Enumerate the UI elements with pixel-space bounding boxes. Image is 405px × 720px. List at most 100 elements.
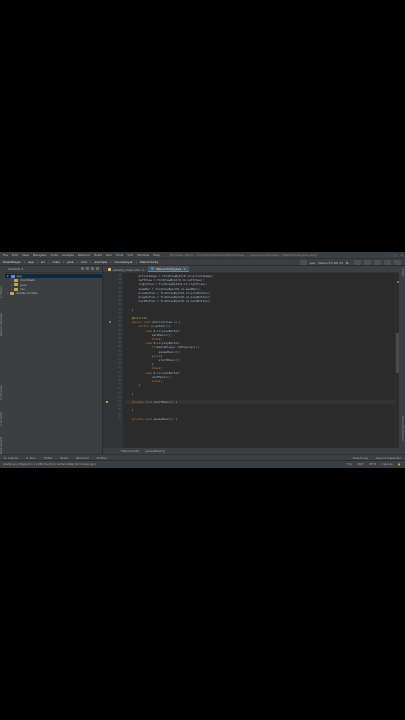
hide-icon[interactable]: [96, 267, 99, 270]
line-number: 46: [118, 328, 121, 332]
android-studio-window: File Edit View Navigate Code Analyze Ref…: [0, 252, 405, 468]
project-panel-header: Android ▾: [5, 266, 102, 273]
menu-item-build[interactable]: Build: [95, 253, 103, 257]
search-icon[interactable]: [394, 260, 401, 265]
code-line[interactable]: }: [125, 308, 134, 312]
folder-icon: [14, 278, 19, 282]
line-number: 56: [118, 370, 121, 374]
tool-device-file-explorer[interactable]: Device File Explorer: [399, 416, 404, 452]
menu-item-navigate[interactable]: Navigate: [33, 253, 46, 257]
folder-icon: [14, 283, 19, 287]
make-project-icon[interactable]: [299, 260, 307, 265]
gear-icon[interactable]: [91, 267, 94, 270]
code-line[interactable]: private void startMusic() {: [125, 400, 178, 404]
status-message[interactable]: Gradle sync finished in 1 s 660 ms (from…: [3, 463, 96, 466]
scroll-from-source-icon[interactable]: [81, 267, 84, 270]
tree-item-gradle-scripts[interactable]: › Gradle Scripts: [5, 291, 102, 295]
tool-run[interactable]: 4: Run: [26, 456, 36, 460]
line-number: 36: [118, 286, 121, 290]
sdk-manager-icon[interactable]: [384, 260, 391, 265]
line-number: 53: [118, 358, 121, 361]
line-number: 42: [118, 311, 121, 315]
project-view-select[interactable]: Android: [8, 267, 20, 271]
device-select[interactable]: Nexus 5X API 29: [318, 261, 343, 265]
close-icon[interactable]: ×: [400, 253, 403, 257]
menu-item-run[interactable]: Run: [106, 253, 112, 257]
menu-item-help[interactable]: Help: [153, 253, 160, 257]
tool-build[interactable]: Build: [60, 456, 68, 460]
tool-layout-inspector[interactable]: Layout Inspector: [376, 456, 401, 460]
line-number: 47: [118, 332, 121, 336]
line-number: 33: [118, 274, 121, 277]
toolbar-right: app Nexus 5X API 29 ▶: [299, 260, 401, 265]
run-icon[interactable]: ▶: [346, 260, 351, 265]
java-class-icon: [151, 267, 155, 270]
run-config-select[interactable]: app: [310, 261, 316, 265]
tool-todo[interactable]: TODO: [44, 456, 53, 460]
navigation-bar: MusicPlayer › app › src › main › java › com › …: [0, 258, 405, 266]
project-tree: ▾ app › manifests › java › res › Gradle …: [5, 273, 102, 295]
code-line[interactable]: }: [125, 392, 134, 396]
breadcrumb-class[interactable]: MainActivity: [121, 449, 139, 453]
menu-item-code[interactable]: Code: [50, 253, 58, 257]
nav-crumb-src[interactable]: src: [41, 260, 45, 264]
code-line[interactable]: private void pauseMusic() {: [125, 417, 178, 421]
line-number: 39: [118, 299, 121, 303]
line-number: 37: [118, 290, 121, 294]
tool-terminal[interactable]: Terminal: [76, 456, 89, 460]
menu-item-view[interactable]: View: [22, 253, 29, 257]
line-number-gutter: 33 34 35 36 37 38 39 40 41 42 43 44 45 46 47 48 49 50 51 52…: [103, 273, 123, 448]
line-separator[interactable]: CRLF: [357, 463, 364, 466]
lightbulb-icon[interactable]: [106, 401, 108, 403]
collapse-all-icon[interactable]: [86, 267, 89, 270]
chevron-down-icon[interactable]: ▾: [22, 267, 24, 271]
nav-crumb-example[interactable]: example: [94, 260, 107, 264]
line-number: 52: [118, 353, 121, 357]
tool-logcat[interactable]: 6: Logcat: [4, 456, 18, 460]
menu-item-file[interactable]: File: [3, 253, 8, 257]
menu-item-analyze[interactable]: Analyze: [62, 253, 74, 257]
debug-icon[interactable]: [354, 260, 361, 265]
right-tool-strip: Gradle Device File Explorer: [399, 266, 405, 454]
code-line[interactable]: }: [125, 408, 134, 412]
tool-gradle[interactable]: Gradle: [399, 268, 404, 284]
nav-crumb-com[interactable]: com: [81, 260, 87, 264]
status-bar: Gradle sync finished in 1 s 660 ms (from…: [0, 460, 405, 468]
minimize-icon[interactable]: –: [388, 253, 390, 257]
nav-crumb-package[interactable]: musicplayer: [114, 260, 132, 264]
close-tab-icon[interactable]: ×: [183, 267, 186, 271]
code-area[interactable]: artistImage = findViewById(R.id.artistIm…: [125, 273, 399, 448]
tab-main-activity-java[interactable]: MainActivity.java ×: [148, 266, 189, 272]
override-marker-icon[interactable]: [109, 321, 111, 324]
tool-event-log[interactable]: Event Log: [353, 456, 368, 460]
lock-icon[interactable]: 🔓: [398, 463, 401, 466]
line-number: 44: [118, 320, 121, 324]
sync-gradle-icon[interactable]: [364, 260, 371, 265]
caret-position[interactable]: 74:1: [346, 463, 352, 466]
avd-manager-icon[interactable]: [374, 260, 381, 265]
folder-icon: [14, 287, 19, 291]
close-tab-icon[interactable]: ×: [142, 268, 145, 272]
line-number: 57: [118, 374, 121, 378]
tool-profiler[interactable]: Profiler: [97, 456, 108, 460]
line-number: 63: [118, 400, 121, 403]
nav-crumb-file[interactable]: MainActivity: [140, 260, 158, 264]
tab-activity-main-xml[interactable]: activity_main.xml ×: [105, 267, 147, 272]
menu-item-edit[interactable]: Edit: [12, 253, 18, 257]
nav-crumb-main[interactable]: main: [53, 260, 61, 264]
line-number: 41: [118, 307, 121, 311]
menu-item-tools[interactable]: Tools: [116, 253, 123, 257]
nav-crumb-project[interactable]: MusicPlayer: [3, 260, 21, 264]
nav-crumb-java[interactable]: java: [67, 260, 73, 264]
line-number: 34: [118, 278, 121, 282]
file-encoding[interactable]: UTF-8: [369, 463, 377, 466]
indent-setting[interactable]: 4 spaces: [381, 463, 392, 466]
menu-item-vcs[interactable]: VCS: [127, 253, 133, 257]
menu-item-window[interactable]: Window: [137, 253, 149, 257]
menu-item-refactor[interactable]: Refactor: [78, 253, 91, 257]
nav-crumb-app[interactable]: app: [28, 260, 34, 264]
maximize-icon[interactable]: □: [394, 253, 397, 257]
code-line[interactable]: }: [125, 383, 140, 387]
breadcrumb-method[interactable]: pauseMusic(): [145, 449, 165, 453]
code-line[interactable]: nextButton = findViewById(R.id.nextButto…: [125, 299, 210, 303]
